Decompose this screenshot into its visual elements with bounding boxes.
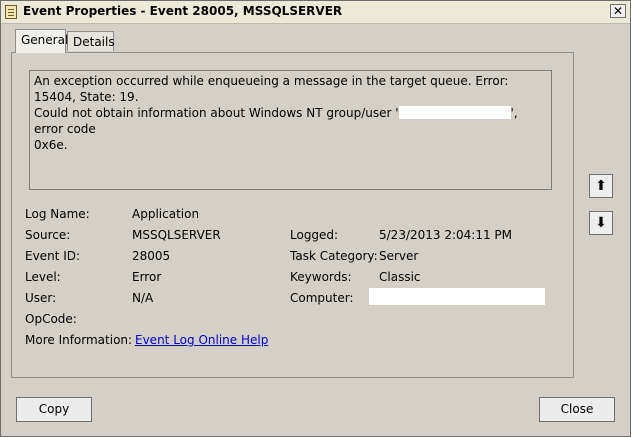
arrow-down-icon: ⬇	[595, 215, 607, 231]
level-value: Error	[132, 270, 162, 284]
task-category-value: Server	[379, 249, 419, 263]
close-button[interactable]: Close	[539, 397, 615, 422]
redacted-computer-name	[369, 288, 545, 305]
event-viewer-icon	[5, 5, 17, 19]
keywords-label: Keywords:	[290, 270, 352, 284]
event-description-box[interactable]: An exception occurred while enqueueing a…	[29, 70, 552, 190]
computer-label: Computer:	[290, 291, 354, 305]
description-line-1: An exception occurred while enqueueing a…	[34, 74, 509, 104]
tab-general[interactable]: General	[15, 29, 68, 53]
close-window-button[interactable]: ✕	[610, 4, 626, 18]
tab-details[interactable]: Details	[67, 31, 115, 51]
event-properties-window: Event Properties - Event 28005, MSSQLSER…	[0, 0, 631, 437]
user-label: User:	[25, 291, 57, 305]
copy-button[interactable]: Copy	[16, 397, 92, 422]
description-line-2-start: Could not obtain information about Windo…	[34, 106, 399, 120]
log-name-value: Application	[132, 207, 200, 221]
log-name-label: Log Name:	[25, 207, 90, 221]
title-bar: Event Properties - Event 28005, MSSQLSER…	[1, 1, 630, 24]
event-log-online-help-link[interactable]: Event Log Online Help	[135, 333, 268, 347]
opcode-label: OpCode:	[25, 312, 77, 326]
keywords-value: Classic	[379, 270, 421, 284]
description-line-3: 0x6e.	[34, 138, 68, 152]
event-id-label: Event ID:	[25, 249, 81, 263]
logged-label: Logged:	[290, 228, 339, 242]
redacted-user	[398, 106, 511, 119]
next-event-button[interactable]: ⬇	[589, 211, 613, 235]
general-tab-panel: An exception occurred while enqueueing a…	[11, 52, 574, 378]
arrow-up-icon: ⬆	[595, 178, 607, 194]
user-value: N/A	[132, 291, 154, 305]
source-label: Source:	[25, 228, 71, 242]
event-id-value: 28005	[132, 249, 171, 263]
logged-value: 5/23/2013 2:04:11 PM	[379, 228, 513, 242]
more-information-label: More Information:	[25, 333, 133, 347]
window-title: Event Properties - Event 28005, MSSQLSER…	[23, 4, 343, 18]
previous-event-button[interactable]: ⬆	[589, 174, 613, 198]
source-value: MSSQLSERVER	[132, 228, 221, 242]
task-category-label: Task Category:	[290, 249, 378, 263]
level-label: Level:	[25, 270, 61, 284]
